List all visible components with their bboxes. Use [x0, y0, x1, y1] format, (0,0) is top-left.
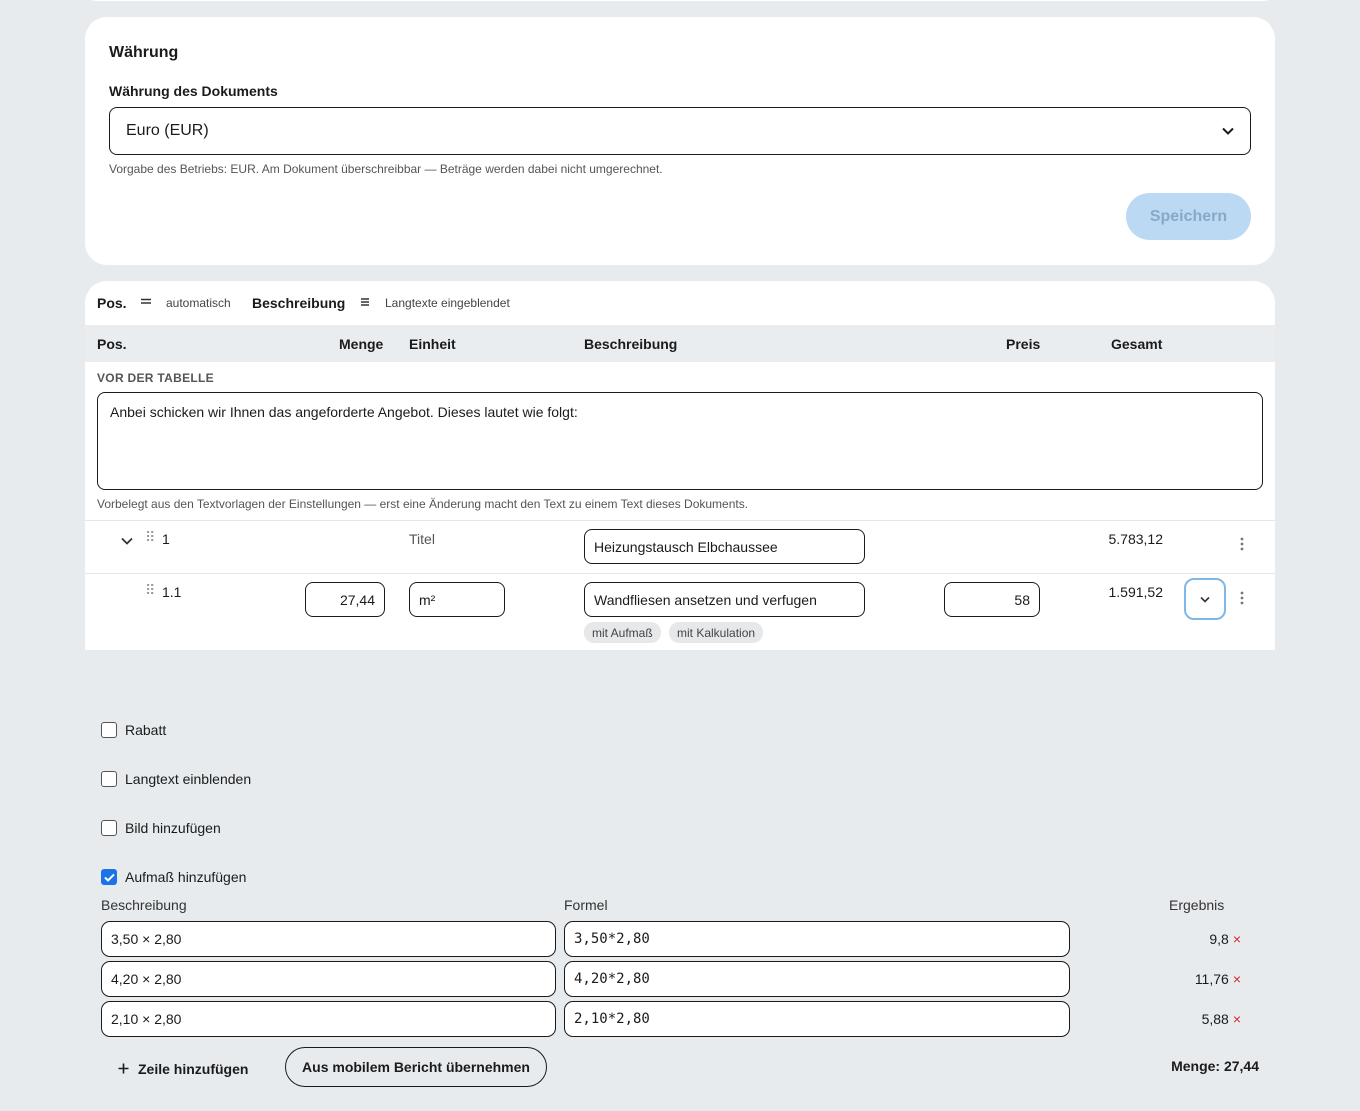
- bild-option[interactable]: Bild hinzufügen: [101, 820, 221, 836]
- measure-col-ergebnis: Ergebnis: [1169, 897, 1225, 913]
- measure-formula-input[interactable]: 3,50*2,80: [564, 921, 1070, 957]
- desc-mode[interactable]: Langtexte eingeblendet: [385, 296, 510, 310]
- aufmass-label: Aufmaß hinzufügen: [125, 869, 247, 885]
- delete-icon[interactable]: ×: [1233, 931, 1241, 947]
- editor-toolbar: Pos. automatisch Beschreibung Langtexte …: [85, 281, 1275, 325]
- measure-result: 11,76 ×: [1100, 971, 1241, 987]
- desc-setting-label: Beschreibung: [252, 295, 346, 311]
- langtext-option[interactable]: Langtext einblenden: [101, 771, 251, 787]
- col-menge: Menge: [339, 336, 384, 352]
- chevron-down-icon: [1222, 124, 1234, 138]
- currency-select[interactable]: Euro (EUR): [109, 107, 1251, 155]
- measure-result-value: 5,88: [1201, 1011, 1229, 1027]
- bild-label: Bild hinzufügen: [125, 820, 221, 836]
- tag-kalkulation: mit Kalkulation: [669, 622, 764, 643]
- col-pos: Pos.: [97, 336, 127, 352]
- currency-selected-value: Euro (EUR): [126, 122, 209, 139]
- chevron-down-icon: [1200, 590, 1210, 608]
- col-gesamt: Gesamt: [1111, 336, 1163, 352]
- currency-title: Währung: [109, 44, 179, 61]
- measure-quantity-total: Menge: 27,44: [1171, 1058, 1259, 1074]
- measure-col-formel: Formel: [564, 897, 608, 913]
- pre-table-textarea[interactable]: Anbei schicken wir Ihnen das angefordert…: [97, 392, 1263, 490]
- more-vertical-icon[interactable]: [1240, 537, 1244, 556]
- item-total: 1.591,52: [1108, 584, 1164, 600]
- measure-result: 5,88 ×: [1100, 1011, 1241, 1027]
- measure-description-input[interactable]: 3,50 × 2,80: [101, 921, 556, 957]
- bild-checkbox[interactable]: [101, 820, 117, 836]
- collapse-chevron-icon[interactable]: [121, 532, 133, 548]
- measure-formula-input[interactable]: 2,10*2,80: [564, 1001, 1070, 1037]
- pos-setting-label: Pos.: [97, 295, 127, 311]
- col-einheit: Einheit: [409, 336, 456, 352]
- title-type: Titel: [409, 531, 435, 547]
- price-input[interactable]: 58: [944, 582, 1040, 617]
- currency-label: Währung des Dokuments: [109, 83, 278, 99]
- aufmass-checkbox[interactable]: [101, 869, 117, 885]
- measure-result: 9,8 ×: [1100, 931, 1241, 947]
- add-row-button[interactable]: Zeile hinzufügen: [118, 1058, 248, 1079]
- table-header: Pos. Menge Einheit Beschreibung Preis Ge…: [85, 325, 1275, 362]
- langtext-checkbox[interactable]: [101, 771, 117, 787]
- pos-mode[interactable]: automatisch: [166, 296, 231, 310]
- drag-handle-icon[interactable]: ⠿: [145, 529, 155, 546]
- import-mobile-report-button[interactable]: Aus mobilem Bericht übernehmen: [285, 1047, 547, 1087]
- rabatt-label: Rabatt: [125, 722, 167, 738]
- delete-icon[interactable]: ×: [1233, 971, 1241, 987]
- title-pos: 1: [162, 531, 170, 547]
- divider: [85, 573, 1275, 574]
- col-beschreibung: Beschreibung: [584, 336, 678, 352]
- title-description-input[interactable]: Heizungstausch Elbchaussee: [584, 529, 865, 564]
- measure-col-beschreibung: Beschreibung: [101, 897, 187, 913]
- line-items-editor: Pos. automatisch Beschreibung Langtexte …: [85, 281, 1275, 650]
- title-total: 5.783,12: [1108, 531, 1164, 547]
- previous-card-edge: [85, 0, 1275, 1]
- drag-handle-icon[interactable]: ⠿: [145, 582, 155, 599]
- numbering-icon[interactable]: [140, 294, 152, 310]
- save-button[interactable]: Speichern: [1126, 193, 1251, 240]
- aufmass-option[interactable]: Aufmaß hinzufügen: [101, 869, 246, 885]
- more-vertical-icon[interactable]: [1240, 591, 1244, 610]
- measure-result-value: 9,8: [1209, 931, 1229, 947]
- plus-icon: [118, 1058, 129, 1079]
- tag-aufmass: mit Aufmaß: [584, 622, 661, 643]
- measure-formula-input[interactable]: 4,20*2,80: [564, 961, 1070, 997]
- currency-hint: Vorgabe des Betriebs: EUR. Am Dokument ü…: [109, 162, 663, 176]
- delete-icon[interactable]: ×: [1233, 1011, 1241, 1027]
- item-pos: 1.1: [162, 584, 182, 600]
- currency-card: Währung Währung des Dokuments Euro (EUR)…: [85, 17, 1275, 265]
- quantity-input[interactable]: 27,44: [305, 582, 385, 617]
- measure-description-input[interactable]: 4,20 × 2,80: [101, 961, 556, 997]
- col-preis: Preis: [1006, 336, 1041, 352]
- menu-lines-icon[interactable]: [359, 295, 371, 311]
- measure-description-input[interactable]: 2,10 × 2,80: [101, 1001, 556, 1037]
- add-row-label: Zeile hinzufügen: [138, 1060, 249, 1077]
- expand-button[interactable]: [1184, 578, 1226, 620]
- rabatt-checkbox[interactable]: [101, 722, 117, 738]
- pre-table-hint: Vorbelegt aus den Textvorlagen der Einst…: [97, 497, 749, 511]
- rabatt-option[interactable]: Rabatt: [101, 722, 166, 738]
- pre-table-label: VOR DER TABELLE: [97, 371, 214, 385]
- langtext-label: Langtext einblenden: [125, 771, 252, 787]
- divider: [85, 520, 1275, 521]
- item-description-input[interactable]: Wandfliesen ansetzen und verfugen: [584, 582, 865, 617]
- unit-input[interactable]: m²: [409, 582, 505, 617]
- measure-result-value: 11,76: [1194, 971, 1229, 987]
